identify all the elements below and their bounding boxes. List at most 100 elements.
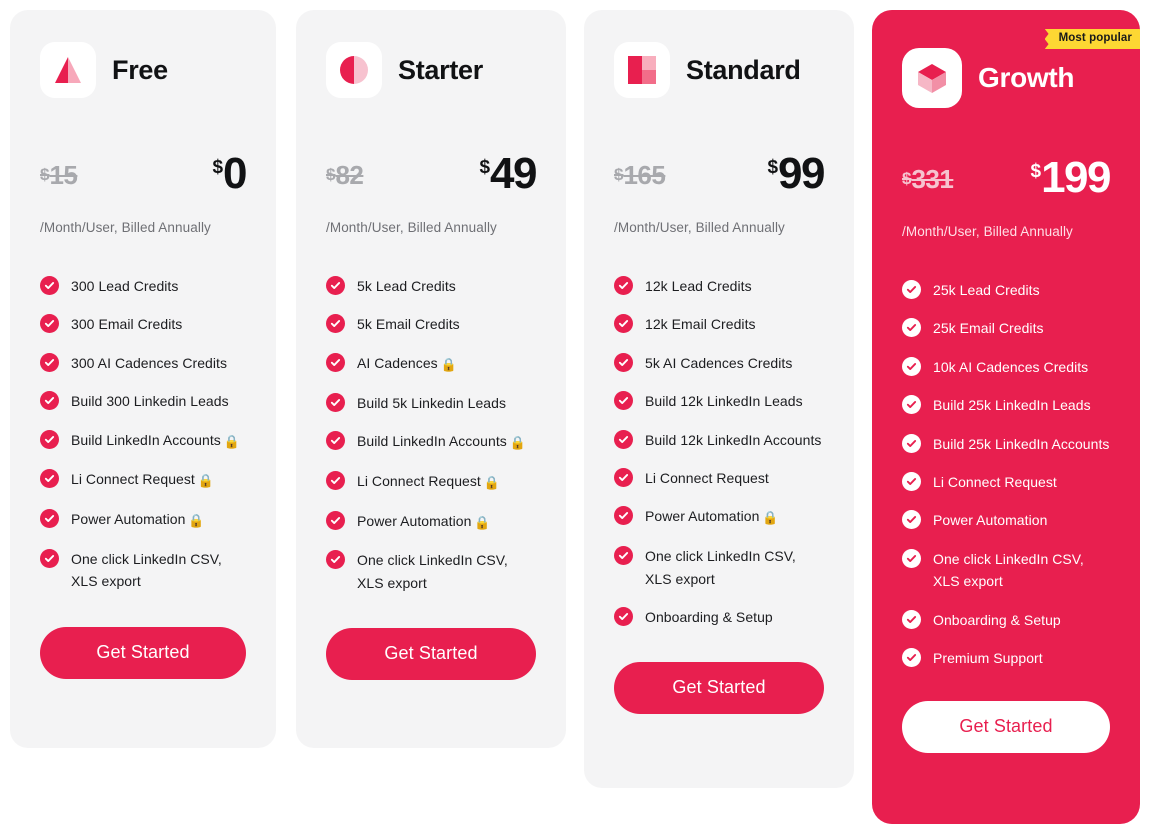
- feature-text: Build 12k LinkedIn Leads: [645, 393, 803, 410]
- check-icon: [40, 352, 59, 372]
- feature-item: One click LinkedIn CSV, XLS export: [40, 548, 246, 593]
- feature-item: One click LinkedIn CSV, XLS export: [614, 545, 824, 590]
- feature-label: Build 25k LinkedIn Accounts: [933, 433, 1109, 455]
- feature-text: 25k Lead Credits: [933, 282, 1040, 298]
- currency-symbol: $: [767, 157, 779, 178]
- check-icon: [902, 548, 921, 568]
- feature-label: 25k Lead Credits: [933, 279, 1040, 301]
- feature-item: 12k Lead Credits: [614, 275, 824, 297]
- pricing-page: Free $15 $0/Month/User, Billed Annually 300…: [0, 0, 1150, 834]
- feature-label: 300 Email Credits: [71, 313, 182, 335]
- feature-item: 25k Email Credits: [902, 317, 1110, 339]
- feature-label: 300 AI Cadences Credits: [71, 352, 227, 374]
- feature-label: One click LinkedIn CSV, XLS export: [357, 549, 536, 594]
- check-icon: [902, 609, 921, 629]
- feature-text: Power Automation: [71, 511, 186, 528]
- feature-item: Power Automation 🔒: [40, 508, 246, 532]
- half-circle-icon: [326, 42, 382, 98]
- lock-icon: 🔒: [188, 513, 205, 529]
- feature-item: 300 Email Credits: [40, 313, 246, 335]
- feature-label: Build 12k LinkedIn Accounts: [645, 429, 821, 451]
- check-icon: [40, 429, 59, 449]
- feature-text: Power Automation: [357, 512, 472, 529]
- check-icon: [40, 548, 59, 568]
- check-icon: [614, 467, 633, 487]
- get-started-button[interactable]: Get Started: [40, 626, 246, 679]
- check-icon: [902, 433, 921, 453]
- feature-label: Build LinkedIn Accounts 🔒: [71, 429, 240, 453]
- feature-label: Build LinkedIn Accounts 🔒: [357, 430, 526, 454]
- plan-name: Free: [112, 54, 168, 85]
- check-icon: [902, 395, 921, 415]
- prism-icon: [40, 42, 96, 98]
- check-icon: [614, 429, 633, 449]
- check-icon: [326, 470, 345, 490]
- feature-label: Li Connect Request 🔒: [71, 468, 214, 492]
- feature-item: Build LinkedIn Accounts 🔒: [326, 430, 536, 454]
- feature-item: 5k AI Cadences Credits: [614, 352, 824, 374]
- feature-text: AI Cadences: [357, 354, 438, 371]
- check-icon: [902, 647, 921, 667]
- feature-text: Power Automation: [933, 512, 1048, 529]
- feature-item: 300 AI Cadences Credits: [40, 352, 246, 374]
- lock-icon: 🔒: [223, 433, 241, 449]
- feature-item: 300 Lead Credits: [40, 275, 246, 297]
- feature-text: Build 25k LinkedIn Leads: [933, 397, 1091, 414]
- feature-label: Power Automation 🔒: [645, 505, 779, 529]
- check-icon: [326, 550, 345, 570]
- lock-icon: 🔒: [440, 356, 457, 372]
- get-started-button[interactable]: Get Started: [326, 628, 536, 681]
- feature-text: Build LinkedIn Accounts: [71, 431, 221, 448]
- original-price-amount: 331: [911, 164, 954, 194]
- billing-note: /Month/User, Billed Annually: [902, 224, 1073, 239]
- feature-label: Build 25k LinkedIn Leads: [933, 394, 1091, 416]
- feature-text: Li Connect Request: [71, 471, 195, 488]
- currency-symbol: $: [212, 157, 224, 178]
- feature-item: Power Automation 🔒: [326, 510, 536, 534]
- feature-text: One click LinkedIn CSV, XLS export: [357, 552, 508, 591]
- plan-header: Free: [40, 10, 246, 98]
- get-started-button[interactable]: Get Started: [614, 662, 824, 715]
- feature-text: 5k Lead Credits: [357, 278, 456, 294]
- feature-list: 5k Lead Credits 5k Email Credits AI Cadenc…: [326, 275, 536, 594]
- pricing-card-starter: Starter $82 $49/Month/User, Billed Annuall…: [296, 10, 566, 748]
- check-icon: [902, 471, 921, 491]
- check-icon: [902, 280, 921, 299]
- feature-label: 25k Email Credits: [933, 317, 1044, 339]
- feature-text: One click LinkedIn CSV, XLS export: [71, 550, 222, 590]
- feature-item: One click LinkedIn CSV, XLS export: [326, 549, 536, 594]
- feature-text: One click LinkedIn CSV, XLS export: [645, 548, 796, 587]
- feature-list: 300 Lead Credits 300 Email Credits 300 AI …: [40, 275, 246, 593]
- check-icon: [326, 392, 345, 412]
- get-started-button[interactable]: Get Started: [902, 701, 1110, 754]
- plan-header: Growth: [902, 10, 1110, 108]
- feature-text: 300 Lead Credits: [71, 278, 179, 294]
- split-square-icon: [614, 42, 670, 98]
- feature-list: 12k Lead Credits 12k Email Credits 5k AI C…: [614, 275, 824, 628]
- most-popular-ribbon: Most popular: [1044, 28, 1140, 50]
- check-icon: [614, 276, 633, 295]
- currency-symbol: $: [614, 165, 624, 184]
- feature-item: Li Connect Request 🔒: [40, 468, 246, 492]
- feature-item: Li Connect Request: [614, 467, 824, 489]
- feature-text: 12k Email Credits: [645, 316, 756, 333]
- feature-label: Li Connect Request: [645, 467, 769, 489]
- lock-icon: 🔒: [197, 473, 215, 489]
- feature-item: 5k Email Credits: [326, 313, 536, 335]
- currency-symbol: $: [479, 157, 491, 178]
- original-price: $15: [40, 162, 78, 196]
- feature-item: 10k AI Cadences Credits: [902, 356, 1110, 378]
- price-row: $165 $99: [614, 134, 825, 196]
- check-icon: [902, 510, 921, 530]
- feature-item: Build 25k LinkedIn Accounts: [902, 433, 1110, 455]
- feature-label: 10k AI Cadences Credits: [933, 356, 1088, 378]
- feature-text: 300 Email Credits: [71, 316, 183, 333]
- original-price: $165: [614, 162, 666, 196]
- feature-label: Premium Support: [933, 647, 1043, 669]
- feature-text: Build LinkedIn Accounts: [357, 432, 507, 449]
- cube-icon: [902, 48, 962, 108]
- plan-name: Growth: [978, 62, 1075, 93]
- feature-label: Build 5k Linkedin Leads: [357, 392, 506, 414]
- feature-item: Build 12k LinkedIn Leads: [614, 390, 824, 412]
- feature-item: Build 300 Linkedin Leads: [40, 390, 246, 412]
